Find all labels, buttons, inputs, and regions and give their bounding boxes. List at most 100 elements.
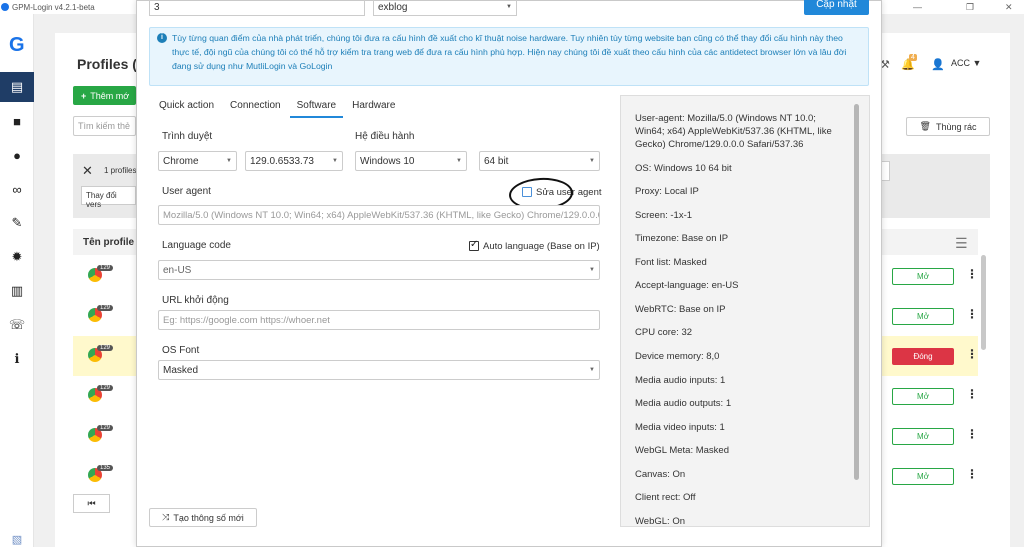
browser-select[interactable]: Chrome ▼: [158, 151, 237, 171]
user-icon: 👤: [931, 59, 945, 71]
tab-quick-action[interactable]: Quick action: [152, 96, 221, 118]
more-icon[interactable]: ⋮: [966, 467, 978, 481]
language-label: Language code: [162, 240, 231, 251]
summary-screen: Screen: -1x-1: [635, 210, 693, 221]
chevron-down-icon: ▼: [226, 158, 232, 164]
version-badge: 135: [97, 465, 114, 471]
os-select[interactable]: Windows 10 ▼: [355, 151, 467, 171]
minimize-icon[interactable]: —: [913, 0, 922, 14]
chevron-down-icon: ▼: [589, 367, 595, 373]
book-icon[interactable]: ▥: [0, 276, 34, 306]
settings-tabs: Quick action Connection Software Hardwar…: [152, 96, 404, 118]
os-value: Windows 10: [360, 156, 415, 167]
settings-bottom-icon[interactable]: ▧: [0, 524, 34, 547]
chevron-down-icon: ▼: [589, 267, 595, 273]
arch-value: 64 bit: [484, 156, 509, 167]
close-window-icon[interactable]: ✕: [1005, 0, 1013, 14]
fingerprint-summary: User-agent: Mozilla/5.0 (Windows NT 10.0…: [620, 95, 870, 527]
menu-icon[interactable]: ☰: [955, 235, 968, 252]
update-button[interactable]: Cập nhật: [804, 0, 869, 15]
more-icon[interactable]: ⋮: [966, 427, 978, 441]
group-value: exblog: [378, 2, 408, 13]
info-alert: i Tùy từng quan điểm của nhà phát triển,…: [149, 27, 869, 86]
maximize-icon[interactable]: ❐: [966, 0, 974, 14]
table-scrollbar[interactable]: [981, 255, 986, 350]
summary-client-rect: Client rect: Off: [635, 492, 696, 503]
more-icon[interactable]: ⋮: [966, 307, 978, 321]
wrench-icon[interactable]: ✎: [0, 208, 34, 238]
user-agent-input[interactable]: Mozilla/5.0 (Windows NT 10.0; Win64; x64…: [158, 205, 600, 225]
link-icon[interactable]: ∞: [0, 174, 34, 204]
chevron-down-icon: ▼: [456, 158, 462, 164]
change-version-button[interactable]: Thay đổi vers: [81, 186, 136, 209]
version-badge: 129: [97, 265, 114, 271]
summary-webgl-meta: WebGL Meta: Masked: [635, 445, 729, 456]
shuffle-icon: ⤨: [162, 512, 170, 522]
proxy-icon[interactable]: ●: [0, 140, 34, 170]
gear-icon[interactable]: ✹: [0, 242, 34, 272]
more-icon[interactable]: ⋮: [966, 347, 978, 361]
chevron-down-icon: ▼: [332, 158, 338, 164]
browser-label: Trình duyệt: [162, 131, 213, 142]
summary-proxy: Proxy: Local IP: [635, 186, 699, 197]
auto-language-checkbox[interactable]: [469, 239, 479, 251]
os-font-label: OS Font: [162, 345, 200, 356]
col-name: Tên profile: [83, 237, 135, 248]
browser-version-value: 129.0.6533.73: [250, 156, 314, 167]
arch-select[interactable]: 64 bit ▼: [479, 151, 600, 171]
summary-webrtc: WebRTC: Base on IP: [635, 304, 726, 315]
version-badge: 129: [97, 385, 114, 391]
selected-count: 1 profiles: [104, 166, 137, 175]
summary-canvas: Canvas: On: [635, 469, 686, 480]
app-icon: [1, 3, 9, 11]
open-button[interactable]: Mở: [892, 388, 954, 405]
summary-memory: Device memory: 8,0: [635, 351, 720, 362]
tab-connection[interactable]: Connection: [223, 96, 288, 118]
plus-icon: +: [81, 90, 87, 101]
search-input[interactable]: Tìm kiếm thẻ: [73, 116, 136, 136]
open-button[interactable]: Mở: [892, 468, 954, 485]
edit-profile-modal: 3 exblog ▼ Cập nhật i Tùy từng quan điểm…: [136, 0, 882, 547]
new-params-button[interactable]: ⤨ Tạo thông số mới: [149, 508, 257, 527]
folder-icon[interactable]: ■: [0, 106, 34, 136]
left-rail: G ▤ ■ ● ∞ ✎ ✹ ▥ ☏ ℹ ▧: [0, 14, 34, 547]
tab-software[interactable]: Software: [289, 96, 344, 118]
browser-version-select[interactable]: 129.0.6533.73 ▼: [245, 151, 343, 171]
summary-font-list: Font list: Masked: [635, 257, 707, 268]
window-title: GPM-Login v4.2.1-beta: [12, 2, 95, 12]
language-value: en-US: [163, 265, 192, 276]
profile-name-input[interactable]: 3: [149, 0, 365, 16]
os-font-select[interactable]: Masked ▼: [158, 360, 600, 380]
close-button[interactable]: Đóng: [892, 348, 954, 365]
group-select[interactable]: exblog ▼: [373, 0, 517, 16]
phone-icon[interactable]: ☏: [0, 310, 34, 340]
summary-audio-out: Media audio outputs: 1: [635, 398, 732, 409]
first-page-button[interactable]: ⏮: [73, 494, 110, 513]
trash-button[interactable]: 🗑 Thùng rác: [906, 117, 990, 136]
account-label: ACC: [951, 58, 971, 68]
more-icon[interactable]: ⋮: [966, 267, 978, 281]
summary-audio-in: Media audio inputs: 1: [635, 375, 726, 386]
summary-accept-language: Accept-language: en-US: [635, 280, 739, 291]
profiles-icon[interactable]: ▤: [0, 72, 34, 102]
version-badge: 129: [97, 425, 114, 431]
summary-webgl: WebGL: On: [635, 516, 685, 527]
startup-url-input[interactable]: Eg: https://google.com https://whoer.net: [158, 310, 600, 330]
app-logo: G: [9, 34, 25, 56]
summary-scrollbar[interactable]: [854, 104, 859, 480]
open-button[interactable]: Mở: [892, 428, 954, 445]
open-button[interactable]: Mở: [892, 308, 954, 325]
language-select[interactable]: en-US ▼: [158, 260, 600, 280]
account-menu[interactable]: ACC ▼: [951, 58, 981, 68]
add-profile-button[interactable]: + Thêm mớ: [73, 86, 136, 105]
auto-language-label: Auto language (Base on IP): [483, 241, 600, 252]
summary-timezone: Timezone: Base on IP: [635, 233, 729, 244]
summary-os: OS: Windows 10 64 bit: [635, 163, 732, 174]
tab-hardware[interactable]: Hardware: [345, 96, 402, 118]
startup-url-label: URL khởi động: [162, 295, 229, 306]
more-icon[interactable]: ⋮: [966, 387, 978, 401]
open-button[interactable]: Mở: [892, 268, 954, 285]
info-text: Tùy từng quan điểm của nhà phát triển, c…: [172, 33, 847, 71]
info-icon[interactable]: ℹ: [0, 344, 34, 374]
clear-selection-icon[interactable]: ✕: [82, 163, 93, 179]
